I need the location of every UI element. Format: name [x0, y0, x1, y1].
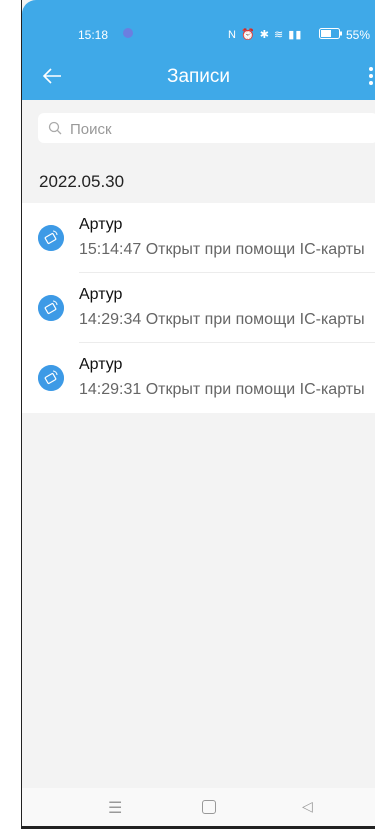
- record-user: Артур: [79, 356, 123, 373]
- more-vertical-icon[interactable]: [367, 65, 375, 87]
- status-bar: 15:18 N ⏰ ✱ ≋ ▮▮ 55%: [22, 0, 375, 60]
- date-group-header: 2022.05.30: [39, 172, 125, 191]
- list-item[interactable]: Артур 14:29:31 Открыт при помощи IC-карт…: [22, 343, 375, 413]
- battery-level: 55%: [346, 28, 371, 42]
- ic-card-icon: [38, 225, 64, 251]
- search-input[interactable]: [68, 113, 372, 145]
- ic-card-icon: [38, 365, 64, 391]
- records-list: Артур 15:14:47 Открыт при помощи IC-карт…: [22, 203, 375, 413]
- notification-icon: [123, 28, 133, 38]
- nav-back-button[interactable]: ◁: [302, 798, 313, 815]
- record-user: Артур: [79, 216, 123, 233]
- nav-menu-button[interactable]: ☰: [108, 798, 122, 818]
- ic-card-icon: [38, 295, 64, 321]
- app-screen: 15:18 N ⏰ ✱ ≋ ▮▮ 55% Записи Поиск 2022.0…: [22, 0, 375, 826]
- app-bar: Записи: [22, 58, 375, 94]
- status-icons: N ⏰ ✱ ≋ ▮▮: [228, 29, 303, 41]
- page-title: Записи: [166, 66, 231, 87]
- record-detail: 15:14:47 Открыт при помощи IC-карты: [79, 241, 365, 258]
- header: 15:18 N ⏰ ✱ ≋ ▮▮ 55% Записи: [22, 0, 375, 100]
- record-detail: 14:29:34 Открыт при помощи IC-карты: [79, 311, 365, 328]
- frame-left: [0, 0, 22, 829]
- status-time: 15:18: [78, 28, 109, 42]
- battery-icon: [319, 28, 342, 39]
- search-icon: [48, 121, 62, 135]
- record-user: Артур: [79, 286, 123, 303]
- system-nav-bar: ☰ ◁: [22, 788, 375, 826]
- search-box[interactable]: [38, 113, 375, 145]
- list-item[interactable]: Артур 14:29:34 Открыт при помощи IC-карт…: [22, 273, 375, 343]
- nav-home-button[interactable]: [202, 800, 216, 814]
- list-item[interactable]: Артур 15:14:47 Открыт при помощи IC-карт…: [22, 203, 375, 273]
- record-detail: 14:29:31 Открыт при помощи IC-карты: [79, 381, 365, 398]
